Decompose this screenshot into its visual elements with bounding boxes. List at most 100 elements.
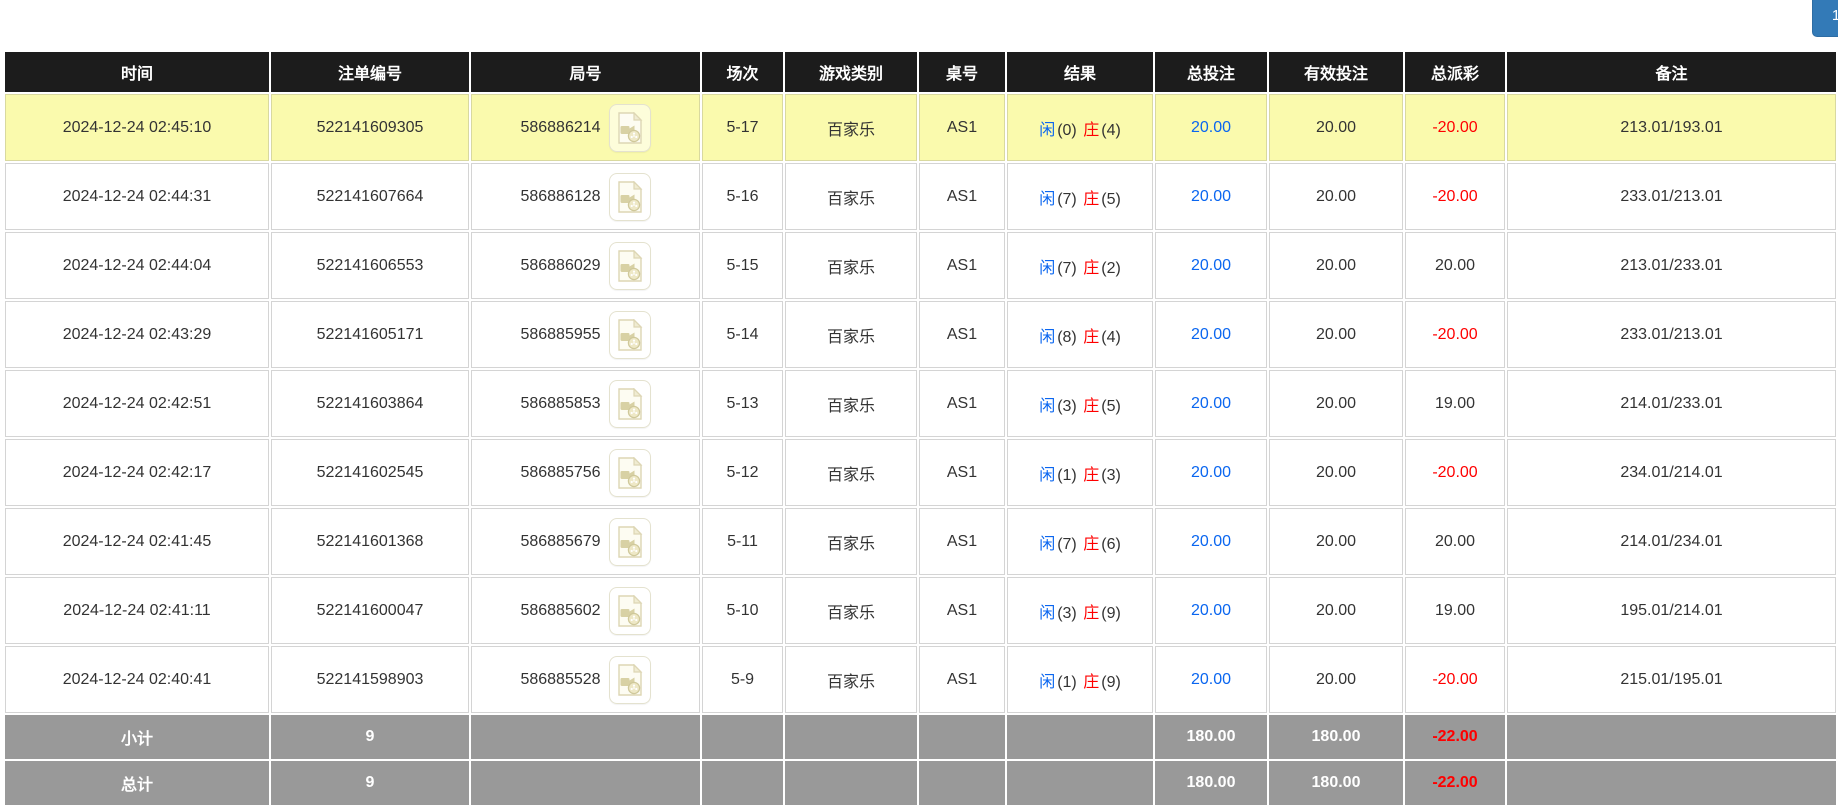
round-no-cell: 586886214	[471, 94, 700, 161]
table-no-cell: AS1	[919, 577, 1005, 644]
total-valid-bet: 180.00	[1269, 761, 1403, 805]
payout-cell: -20.00	[1405, 646, 1505, 713]
round-no-cell: 586885955	[471, 301, 700, 368]
total-bet-cell[interactable]: 20.00	[1155, 577, 1267, 644]
banker-points: (4)	[1101, 122, 1121, 139]
session-cell: 5-13	[702, 370, 783, 437]
video-replay-button[interactable]	[609, 518, 651, 566]
video-icon	[617, 112, 643, 144]
session-cell: 5-12	[702, 439, 783, 506]
col-header-total-payout: 总派彩	[1405, 52, 1505, 92]
remark-cell: 195.01/214.01	[1507, 577, 1836, 644]
video-replay-button[interactable]	[609, 380, 651, 428]
payout-cell: 20.00	[1405, 232, 1505, 299]
total-bet-cell[interactable]: 20.00	[1155, 370, 1267, 437]
player-label: 闲	[1039, 122, 1055, 139]
video-icon	[617, 319, 643, 351]
payout-cell: -20.00	[1405, 94, 1505, 161]
payout-cell: -20.00	[1405, 163, 1505, 230]
session-cell: 5-14	[702, 301, 783, 368]
session-cell: 5-16	[702, 163, 783, 230]
table-row: 2024-12-24 02:42:17 522141602545 5868857…	[5, 439, 1836, 506]
result-cell: 闲(3) 庄(9)	[1007, 577, 1153, 644]
player-points: (1)	[1057, 467, 1077, 484]
time-cell: 2024-12-24 02:41:11	[5, 577, 269, 644]
total-bet-cell[interactable]: 20.00	[1155, 94, 1267, 161]
time-cell: 2024-12-24 02:41:45	[5, 508, 269, 575]
total-bet-cell[interactable]: 20.00	[1155, 439, 1267, 506]
video-replay-button[interactable]	[609, 656, 651, 704]
table-row: 2024-12-24 02:44:04 522141606553 5868860…	[5, 232, 1836, 299]
total-count: 9	[271, 761, 469, 805]
result-cell: 闲(0) 庄(4)	[1007, 94, 1153, 161]
result-cell: 闲(1) 庄(9)	[1007, 646, 1153, 713]
order-no-cell: 522141606553	[271, 232, 469, 299]
payout-cell: -20.00	[1405, 439, 1505, 506]
table-no-cell: AS1	[919, 370, 1005, 437]
result-cell: 闲(7) 庄(2)	[1007, 232, 1153, 299]
player-points: (1)	[1057, 674, 1077, 691]
total-label: 总计	[5, 761, 269, 805]
total-bet-cell[interactable]: 20.00	[1155, 301, 1267, 368]
table-no-cell: AS1	[919, 232, 1005, 299]
time-cell: 2024-12-24 02:42:17	[5, 439, 269, 506]
player-points: (3)	[1057, 605, 1077, 622]
banker-points: (9)	[1101, 674, 1121, 691]
subtotal-label: 小计	[5, 715, 269, 759]
session-cell: 5-15	[702, 232, 783, 299]
total-bet-cell[interactable]: 20.00	[1155, 163, 1267, 230]
valid-bet-cell: 20.00	[1269, 370, 1403, 437]
game-type-cell: 百家乐	[785, 370, 917, 437]
player-label: 闲	[1039, 605, 1055, 622]
banker-label: 庄	[1083, 398, 1099, 415]
video-icon	[617, 595, 643, 627]
col-header-order-no: 注单编号	[271, 52, 469, 92]
col-header-valid-bet: 有效投注	[1269, 52, 1403, 92]
subtotal-valid-bet: 180.00	[1269, 715, 1403, 759]
order-no-cell: 522141602545	[271, 439, 469, 506]
video-icon	[617, 388, 643, 420]
video-replay-button[interactable]	[609, 587, 651, 635]
col-header-time: 时间	[5, 52, 269, 92]
total-bet-cell[interactable]: 20.00	[1155, 232, 1267, 299]
table-row: 2024-12-24 02:43:29 522141605171 5868859…	[5, 301, 1836, 368]
remark-cell: 213.01/193.01	[1507, 94, 1836, 161]
round-no-value: 586885853	[520, 395, 600, 412]
video-replay-button[interactable]	[609, 242, 651, 290]
player-points: (7)	[1057, 260, 1077, 277]
time-cell: 2024-12-24 02:45:10	[5, 94, 269, 161]
order-no-cell: 522141600047	[271, 577, 469, 644]
order-no-cell: 522141603864	[271, 370, 469, 437]
video-icon	[617, 664, 643, 696]
total-bet-cell[interactable]: 20.00	[1155, 508, 1267, 575]
valid-bet-cell: 20.00	[1269, 646, 1403, 713]
table-no-cell: AS1	[919, 163, 1005, 230]
video-replay-button[interactable]	[609, 104, 651, 152]
banker-label: 庄	[1083, 260, 1099, 277]
bet-records-table: 时间 注单编号 局号 场次 游戏类别 桌号 结果 总投注 有效投注 总派彩 备注…	[3, 50, 1838, 807]
banker-label: 庄	[1083, 467, 1099, 484]
game-type-cell: 百家乐	[785, 439, 917, 506]
valid-bet-cell: 20.00	[1269, 301, 1403, 368]
valid-bet-cell: 20.00	[1269, 94, 1403, 161]
table-no-cell: AS1	[919, 439, 1005, 506]
video-replay-button[interactable]	[609, 449, 651, 497]
banker-label: 庄	[1083, 329, 1099, 346]
video-replay-button[interactable]	[609, 173, 651, 221]
total-bet-cell[interactable]: 20.00	[1155, 646, 1267, 713]
banker-label: 庄	[1083, 122, 1099, 139]
remark-cell: 234.01/214.01	[1507, 439, 1836, 506]
subtotal-count: 9	[271, 715, 469, 759]
pagination-page-1-button[interactable]: 1	[1812, 0, 1838, 37]
result-cell: 闲(8) 庄(4)	[1007, 301, 1153, 368]
round-no-cell: 586885853	[471, 370, 700, 437]
round-no-cell: 586886128	[471, 163, 700, 230]
round-no-value: 586886029	[520, 257, 600, 274]
valid-bet-cell: 20.00	[1269, 163, 1403, 230]
col-header-remark: 备注	[1507, 52, 1836, 92]
video-replay-button[interactable]	[609, 311, 651, 359]
round-no-cell: 586886029	[471, 232, 700, 299]
table-no-cell: AS1	[919, 301, 1005, 368]
player-label: 闲	[1039, 674, 1055, 691]
result-cell: 闲(7) 庄(6)	[1007, 508, 1153, 575]
